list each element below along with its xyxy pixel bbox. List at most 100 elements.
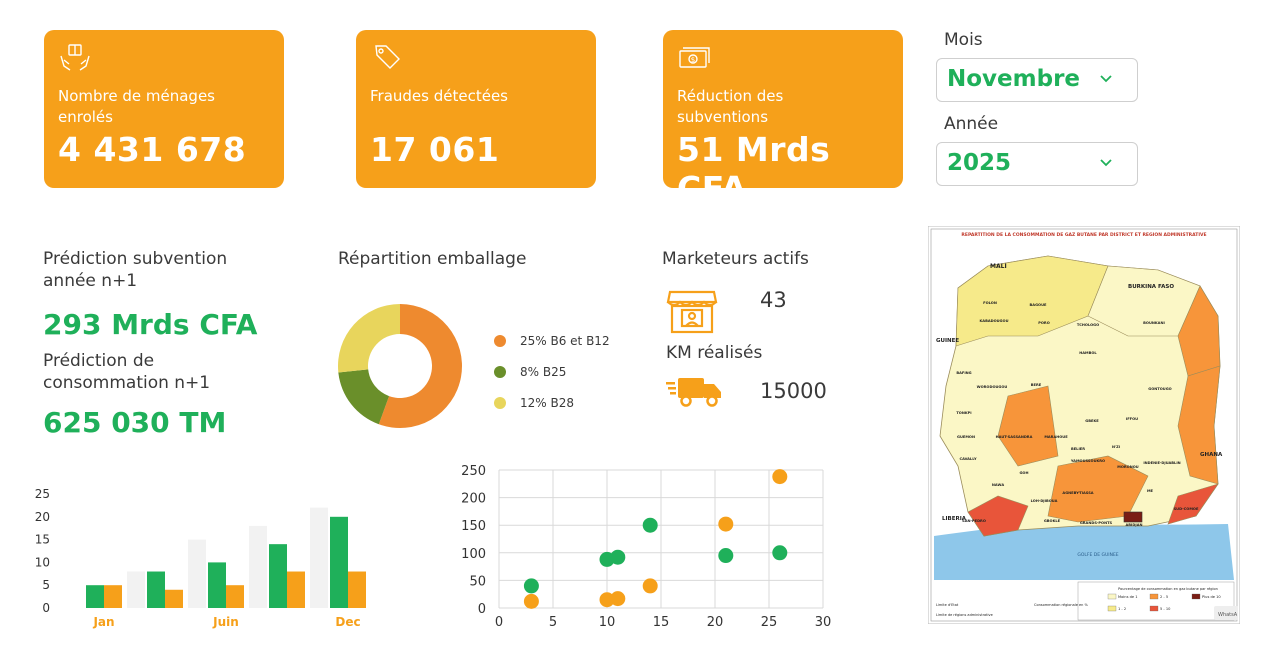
kpi-label: Nombre de ménages enrolés xyxy=(58,87,215,126)
y-tick-label: 0 xyxy=(42,601,50,615)
year-value: 2025 xyxy=(947,150,1012,176)
prediction-subvention-value: 293 Mrds CFA xyxy=(43,308,258,341)
y-tick-label: 150 xyxy=(461,519,486,534)
legend-label: 12% B28 xyxy=(520,396,574,410)
donut-slice xyxy=(338,369,390,425)
bar-orange xyxy=(104,585,122,608)
map-region-label: GBOKLE xyxy=(1044,519,1061,523)
map-region-label: N'ZI xyxy=(1112,445,1120,449)
kpi-card-menages: Nombre de ménages enrolés 4 431 678 xyxy=(44,30,284,188)
map-legend-swatch xyxy=(1149,605,1159,612)
map-country-mali: MALI xyxy=(990,263,1007,270)
map-country-ghana: GHANA xyxy=(1200,452,1223,458)
map-legend-title: Pourcentage de consommation en gaz butan… xyxy=(1118,587,1218,591)
x-tick-label: Juin xyxy=(212,615,239,629)
map-region-label: WORODOUGOU xyxy=(977,385,1008,389)
bar-orange xyxy=(226,585,244,608)
x-tick-label: 20 xyxy=(707,615,724,630)
map-region-label: TCHOLOGO xyxy=(1077,323,1099,327)
legend-dot xyxy=(494,335,506,347)
tag-icon xyxy=(375,45,400,69)
prediction-consommation-title: Prédiction de consommation n+1 xyxy=(43,351,211,393)
legend-label: 8% B25 xyxy=(520,365,567,379)
month-value: Novembre xyxy=(947,66,1081,92)
y-tick-label: 20 xyxy=(35,510,50,524)
marketeurs-title: Marketeurs actifs xyxy=(662,249,809,269)
x-tick-label: Jan xyxy=(92,615,114,629)
year-label: Année xyxy=(944,114,999,134)
bar-green xyxy=(269,544,287,608)
hands-box-icon xyxy=(60,44,90,71)
map-region-label: GBEKE xyxy=(1085,419,1099,423)
bar-background xyxy=(310,507,328,608)
y-tick-label: 10 xyxy=(35,555,50,569)
bar-green xyxy=(330,516,348,608)
donut-slice xyxy=(338,304,400,373)
map-region-label: GRANDS-PONTS xyxy=(1080,521,1113,525)
km-title: KM réalisés xyxy=(666,343,763,363)
map-watermark: WhatsA xyxy=(1218,612,1238,618)
map-region-label: ME xyxy=(1147,489,1154,493)
map-region-label: BERE xyxy=(1031,383,1042,387)
legend-dot xyxy=(494,397,506,409)
map-legend-swatch xyxy=(1149,593,1159,600)
map-region-label: AGNEBY-TIASSA xyxy=(1062,491,1093,495)
x-tick-label: 5 xyxy=(549,615,557,630)
map-legend-swatch xyxy=(1107,593,1117,600)
map-footer-left-2: Limite de régions administrative xyxy=(936,613,993,617)
scatter-point-orange xyxy=(610,591,626,607)
map-region-label: FOLON xyxy=(983,301,997,305)
scatter-chart: 0 5 10 15 20 25 30 0 50 100 150 200 250 xyxy=(461,464,831,630)
y-tick-label: 250 xyxy=(461,464,486,479)
prediction-subvention-title: Prédiction subvention année n+1 xyxy=(43,249,228,291)
map-region-label: CAVALLY xyxy=(959,457,977,461)
map-country-burkina: BURKINA FASO xyxy=(1128,284,1174,290)
map-region-label: LOH-DJIBOUA xyxy=(1031,499,1058,503)
map-region-label: YAMOUSSOUKRO xyxy=(1070,459,1105,463)
map-region-label: ABIDJAN xyxy=(1126,523,1143,527)
legend-label: 25% B6 et B12 xyxy=(520,334,610,348)
y-tick-label: 100 xyxy=(461,547,486,562)
money-icon: $ xyxy=(679,47,710,68)
y-tick-label: 50 xyxy=(469,574,486,589)
kpi-label: Réduction des subventions xyxy=(677,87,784,126)
bar-green xyxy=(147,571,165,608)
y-tick-label: 15 xyxy=(35,533,50,547)
bar-green xyxy=(86,585,104,608)
scatter-point-orange xyxy=(718,516,734,532)
map-legend-label: 2 - 5 xyxy=(1160,595,1168,599)
chevron-down-icon xyxy=(1100,159,1112,167)
y-tick-label: 200 xyxy=(461,492,486,507)
bar-green xyxy=(208,562,226,608)
scatter-point-green xyxy=(718,548,734,564)
x-tick-label: 15 xyxy=(653,615,670,630)
map-region-label: IFFOU xyxy=(1126,417,1138,421)
map-region-label: SUD-COMOE xyxy=(1174,507,1199,511)
bar-orange xyxy=(165,589,183,608)
x-tick-label: 0 xyxy=(495,615,503,630)
map-region-label: SAN-PEDRO xyxy=(962,519,986,523)
year-select[interactable]: 2025 xyxy=(936,142,1138,186)
scatter-point-green xyxy=(523,578,539,594)
map-region-label: GUEMON xyxy=(957,435,975,439)
y-tick-label: 25 xyxy=(35,487,50,501)
map-region-label: GOH xyxy=(1019,471,1028,475)
marketeurs-value: 43 xyxy=(760,288,787,312)
map-region-label: INDENIE-DJUABLIN xyxy=(1143,461,1180,465)
map-region-label: MORONOU xyxy=(1117,465,1139,469)
x-tick-label: 25 xyxy=(761,615,778,630)
map-region-label: BOUNKANI xyxy=(1143,321,1165,325)
map-legend-label: 5 - 10 xyxy=(1160,607,1171,611)
map-legend-swatch xyxy=(1107,605,1117,612)
map-legend-swatch xyxy=(1191,593,1201,600)
km-value: 15000 xyxy=(760,379,827,403)
kpi-value: 17 061 xyxy=(370,130,500,169)
kpi-card-fraudes: Fraudes détectées 17 061 xyxy=(356,30,596,188)
month-select[interactable]: Novembre xyxy=(936,58,1138,102)
map-region-label: GONTOUGO xyxy=(1148,387,1171,391)
bar-orange xyxy=(348,571,366,608)
map-region-label: HAMBOL xyxy=(1079,351,1097,355)
bar-background xyxy=(249,525,267,608)
scatter-point-green xyxy=(642,517,658,533)
month-label: Mois xyxy=(944,30,983,50)
